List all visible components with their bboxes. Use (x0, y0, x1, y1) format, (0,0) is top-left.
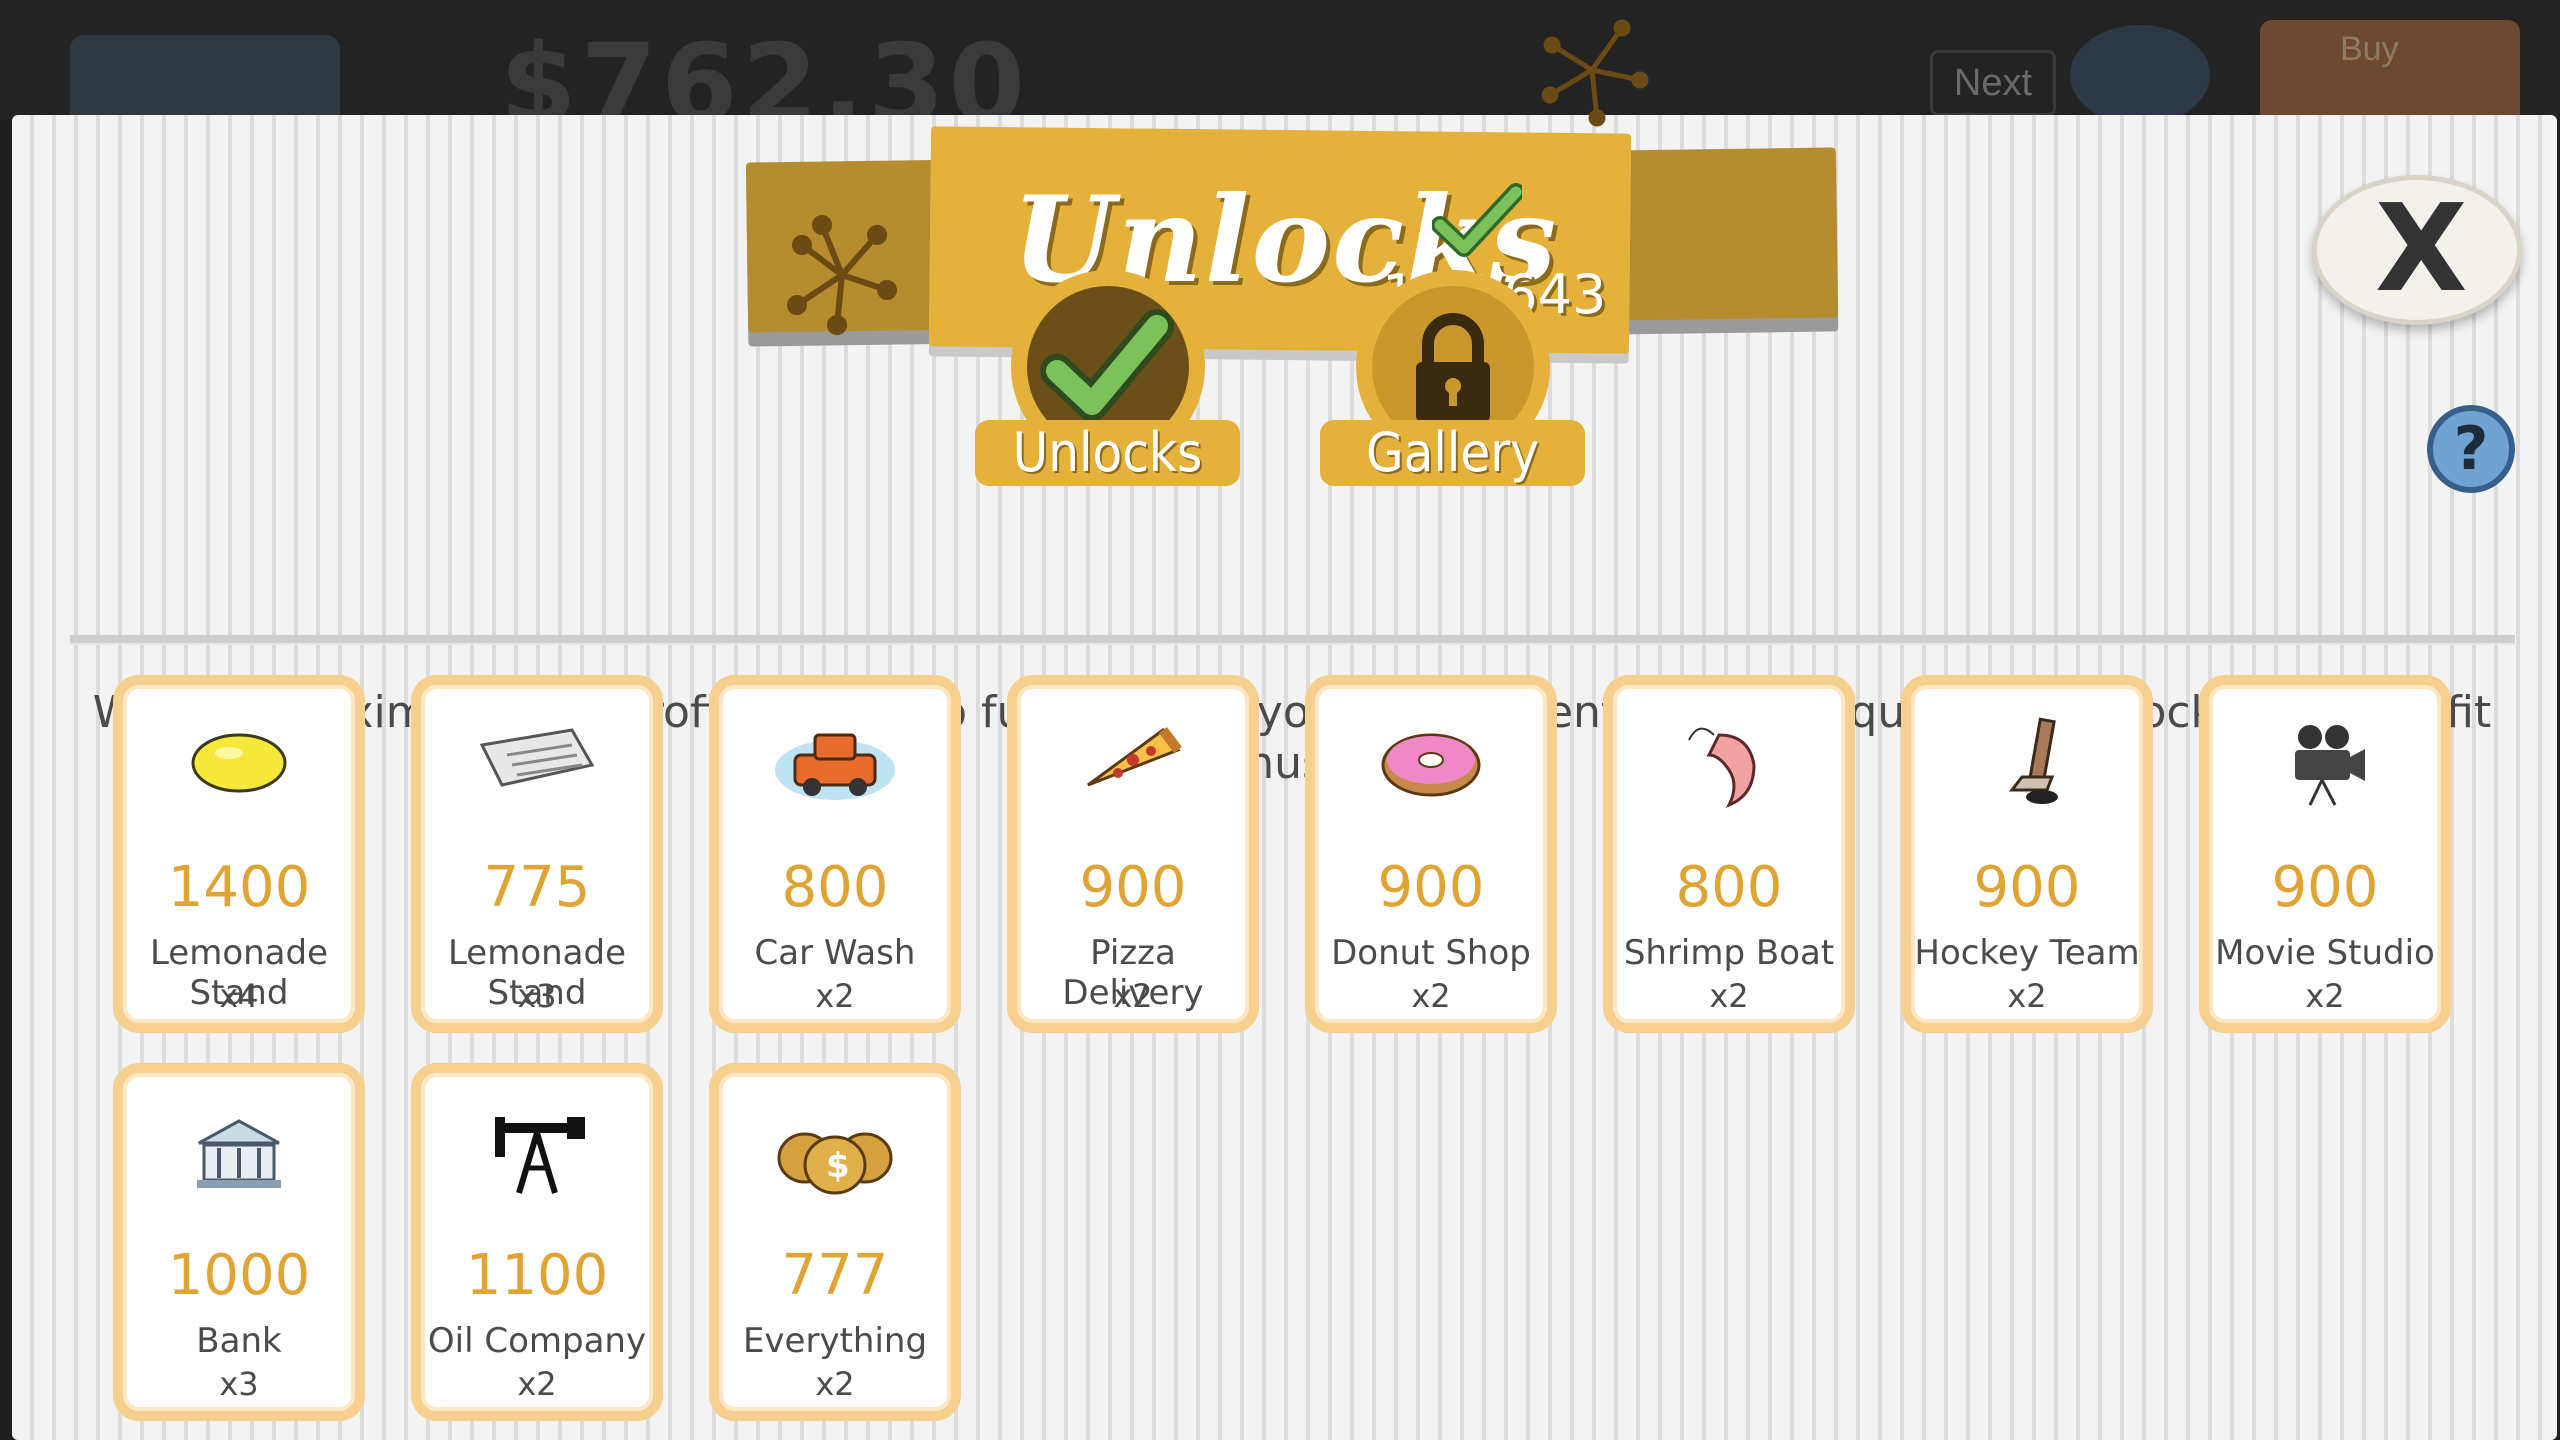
unlock-multiplier: x2 (1113, 977, 1153, 1015)
shrimp-icon (1613, 715, 1845, 815)
section-divider (70, 635, 2515, 645)
unlock-multiplier: x2 (2007, 977, 2047, 1015)
unlock-amount: 1400 (167, 855, 311, 920)
unlock-name: Car Wash (754, 933, 916, 973)
help-button[interactable]: ? (2427, 405, 2515, 493)
unlocks-modal: Unlocks 141/643 X ? Unlocks (12, 19, 2557, 1440)
background-buy-label: Buy (2340, 30, 2399, 68)
unlock-multiplier: x2 (1709, 977, 1749, 1015)
close-icon: X (2375, 180, 2468, 319)
unlock-multiplier: x2 (2305, 977, 2345, 1015)
unlock-card-hockey-team: 900 Hockey Team x2 (1901, 675, 2153, 1033)
unlock-multiplier: x3 (219, 1365, 259, 1403)
unlock-multiplier: x4 (219, 977, 259, 1015)
unlock-amount: 775 (483, 855, 591, 920)
bank-icon (123, 1103, 355, 1203)
tab-unlocks[interactable]: Unlocks (975, 270, 1240, 500)
oil-derrick-icon (421, 1103, 653, 1203)
unlock-amount: 800 (1675, 855, 1783, 920)
unlock-amount: 900 (1377, 855, 1485, 920)
unlock-multiplier: x2 (1411, 977, 1451, 1015)
tab-unlocks-label: Unlocks (975, 420, 1240, 486)
unlock-name: Movie Studio (2215, 933, 2435, 973)
unlock-name: Bank (196, 1321, 282, 1361)
unlock-multiplier: x2 (517, 1365, 557, 1403)
unlock-multiplier: x3 (517, 977, 557, 1015)
unlock-name: Everything (742, 1321, 928, 1361)
unlock-name: Shrimp Boat (1623, 933, 1835, 973)
unlock-card-pizza-delivery: 900 Pizza Delivery x2 (1007, 675, 1259, 1033)
unlock-name: Hockey Team (1914, 933, 2140, 973)
close-button[interactable]: X (2312, 175, 2522, 325)
game-top-bar: $762,30 Next Buy (0, 0, 2560, 148)
unlock-card-donut-shop: 900 Donut Shop x2 (1305, 675, 1557, 1033)
unlock-name: Oil Company (427, 1321, 647, 1361)
unlock-multiplier: x2 (815, 1365, 855, 1403)
tab-gallery[interactable]: Gallery (1320, 270, 1585, 500)
unlock-amount: 1000 (167, 1243, 311, 1308)
unlock-amount: 900 (1079, 855, 1187, 920)
unlock-amount: 1100 (465, 1243, 609, 1308)
newspaper-icon (421, 715, 653, 815)
unlock-amount: 900 (2271, 855, 2379, 920)
unlock-name: Donut Shop (1331, 933, 1531, 973)
lemon-icon (123, 715, 355, 815)
svg-text:$: $ (826, 1146, 850, 1186)
hockey-stick-icon (1911, 715, 2143, 815)
starburst-right-icon (1541, 19, 1649, 127)
starburst-left-icon (787, 215, 897, 335)
car-icon (719, 715, 951, 815)
background-buy-button: Buy (2260, 20, 2520, 130)
unlock-amount: 800 (781, 855, 889, 920)
unlock-card-lemonade-stand-1400: 1400 Lemonade Stand x4 (113, 675, 365, 1033)
unlock-multiplier: x2 (815, 977, 855, 1015)
unlock-card-bank: 1000 Bank x3 (113, 1063, 365, 1421)
background-next-button: Next (1930, 50, 2056, 116)
unlock-card-oil-company: 1100 Oil Company x2 (411, 1063, 663, 1421)
unlock-card-movie-studio: 900 Movie Studio x2 (2199, 675, 2451, 1033)
unlock-amount: 900 (1973, 855, 2081, 920)
intro-text: Want to maximize your profits? Look no f… (92, 687, 2492, 789)
movie-camera-icon (2209, 715, 2441, 815)
money-bags-icon: $ (719, 1103, 951, 1203)
unlock-card-lemonade-stand-775: 775 Lemonade Stand x3 (411, 675, 663, 1033)
unlock-card-car-wash: 800 Car Wash x2 (709, 675, 961, 1033)
donut-icon (1315, 715, 1547, 815)
checkmark-icon (1432, 183, 1522, 257)
tab-gallery-label: Gallery (1320, 420, 1585, 486)
unlock-amount: 777 (781, 1243, 889, 1308)
unlock-card-everything: $ 777 Everything x2 (709, 1063, 961, 1421)
unlock-card-shrimp-boat: 800 Shrimp Boat x2 (1603, 675, 1855, 1033)
background-newspaper-button (2070, 25, 2210, 125)
pizza-icon (1017, 715, 1249, 815)
